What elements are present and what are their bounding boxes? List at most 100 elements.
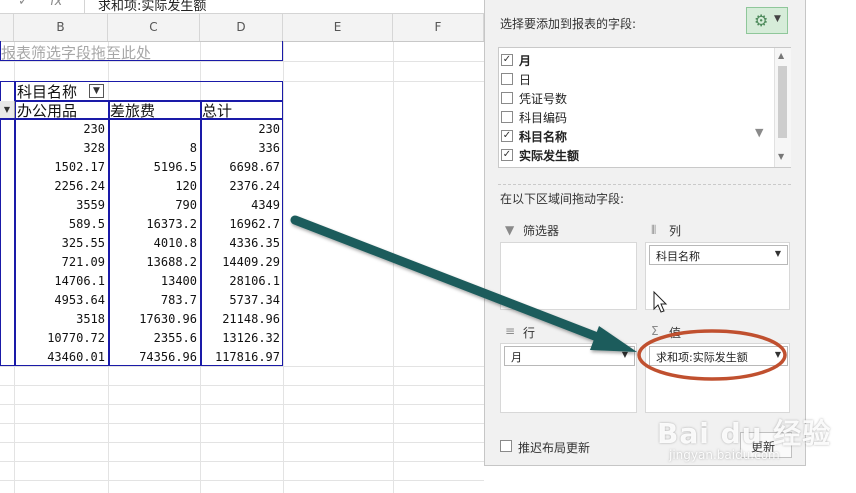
pivot-value-cell[interactable]: 13688.2 — [108, 253, 200, 272]
pivot-value-cell[interactable]: 28106.1 — [200, 272, 283, 291]
rows-drop-zone[interactable]: 月 ▼ — [500, 343, 637, 413]
field-label: 实际发生额 — [519, 149, 580, 163]
pivot-column-field-label: 科目名称 — [17, 83, 78, 101]
pivot-value-cell[interactable]: 783.7 — [108, 291, 200, 310]
pivot-value-cell[interactable]: 120 — [108, 177, 200, 196]
formula-divider — [84, 0, 85, 13]
pivot-value-cell[interactable]: 6698.67 — [200, 158, 283, 177]
pivot-value-cell[interactable]: 230 — [14, 120, 108, 139]
field-item-subject-code[interactable]: 科目编码 — [499, 108, 774, 127]
field-list-title: 选择要添加到报表的字段: — [500, 17, 637, 31]
column-header-e[interactable]: E — [283, 14, 393, 41]
columns-drop-zone[interactable]: 科目名称 ▼ — [645, 242, 790, 310]
pivot-total-cell[interactable]: 43460.01 — [14, 348, 108, 367]
pivot-value-cell[interactable]: 16962.7 — [200, 215, 283, 234]
filter-icon: ▼ — [755, 126, 764, 139]
pivot-value-cell[interactable]: 790 — [108, 196, 200, 215]
field-label: 科目名称 — [519, 130, 568, 144]
chevron-down-icon: ▼ — [774, 14, 781, 24]
pivot-value-cell[interactable]: 16373.2 — [108, 215, 200, 234]
scrollbar-thumb[interactable] — [778, 66, 787, 138]
formula-input[interactable]: 求和项:实际发生额 — [98, 0, 206, 13]
pivot-value-cell[interactable]: 5737.34 — [200, 291, 283, 310]
defer-label: 推迟布局更新 — [518, 441, 591, 455]
pivot-value-cell[interactable]: 13400 — [108, 272, 200, 291]
field-item-month[interactable]: ✓ 月 — [499, 51, 774, 70]
values-field-pill[interactable]: 求和项:实际发生额 ▼ — [649, 346, 788, 366]
pivot-value-cell[interactable]: 3518 — [14, 310, 108, 329]
pivot-value-cell[interactable]: 721.09 — [14, 253, 108, 272]
field-checkbox[interactable]: ✓ — [501, 130, 513, 142]
rows-field-pill[interactable]: 月 ▼ — [504, 346, 635, 366]
row-header-corner[interactable] — [0, 14, 14, 41]
field-list-scrollbar[interactable]: ▲ ▼ — [774, 48, 791, 167]
field-checkbox[interactable] — [501, 111, 513, 123]
pane-settings-button[interactable]: ⚙ ▼ — [746, 7, 788, 34]
pivot-value-cell[interactable]: 4953.64 — [14, 291, 108, 310]
defer-checkbox[interactable] — [500, 440, 512, 452]
columns-field-pill[interactable]: 科目名称 ▼ — [649, 245, 788, 265]
filters-drop-zone[interactable] — [500, 242, 637, 310]
pivot-value-cell[interactable]: 325.55 — [14, 234, 108, 253]
pivot-column-filter-button[interactable]: ▼ — [89, 84, 104, 98]
field-checkbox[interactable]: ✓ — [501, 149, 513, 161]
pivot-field-pane: 选择要添加到报表的字段: ⚙ ▼ ✓ 月 日 凭证号数 科目编码 ✓ 科目名称 … — [484, 0, 806, 466]
pivot-value-cell[interactable]: 2256.24 — [14, 177, 108, 196]
pivot-value-cell[interactable]: 336 — [200, 139, 283, 158]
chevron-down-icon[interactable]: ▼ — [775, 350, 781, 359]
column-header-c[interactable]: C — [108, 14, 200, 41]
pivot-value-cell[interactable]: 4010.8 — [108, 234, 200, 253]
pane-divider — [498, 184, 791, 185]
sigma-icon: Σ — [651, 324, 659, 338]
pivot-value-cell[interactable]: 2376.24 — [200, 177, 283, 196]
columns-zone-label: 列 — [669, 224, 682, 238]
pivot-value-cell[interactable] — [108, 120, 200, 139]
scroll-down-icon[interactable]: ▼ — [778, 152, 784, 161]
watermark-url: jingyan.baidu.com — [669, 448, 780, 462]
pivot-value-cell[interactable]: 17630.96 — [108, 310, 200, 329]
pivot-value-cell[interactable]: 4336.35 — [200, 234, 283, 253]
column-header-b[interactable]: B — [14, 14, 108, 41]
report-filter-drop-area[interactable]: 报表筛选字段拖至此处 — [0, 41, 283, 62]
field-label: 科目编码 — [519, 111, 568, 125]
pivot-value-cell[interactable]: 328 — [14, 139, 108, 158]
pivot-value-cell[interactable]: 589.5 — [14, 215, 108, 234]
insert-function-button[interactable]: fx — [50, 0, 62, 9]
areas-title: 在以下区域间拖动字段: — [500, 192, 625, 206]
column-header-f[interactable]: F — [393, 14, 484, 41]
columns-icon: ⦀ — [651, 223, 657, 237]
pivot-value-cell[interactable]: 2355.6 — [108, 329, 200, 348]
chevron-down-icon[interactable]: ▼ — [775, 249, 781, 258]
column-header-d[interactable]: D — [200, 14, 283, 41]
pivot-row-filter-button[interactable]: ▼ — [0, 101, 15, 118]
field-label: 月 — [519, 54, 532, 68]
pivot-value-cell[interactable]: 8 — [108, 139, 200, 158]
formula-bar: ✓ fx 求和项:实际发生额 — [0, 0, 484, 14]
values-drop-zone[interactable]: 求和项:实际发生额 ▼ — [645, 343, 790, 413]
field-checkbox[interactable] — [501, 73, 513, 85]
pivot-total-cell[interactable]: 74356.96 — [108, 348, 200, 367]
pivot-value-cell[interactable]: 14706.1 — [14, 272, 108, 291]
pivot-total-cell[interactable]: 117816.97 — [200, 348, 283, 367]
pivot-value-cell[interactable]: 14409.29 — [200, 253, 283, 272]
scroll-up-icon[interactable]: ▲ — [778, 51, 784, 60]
pivot-value-cell[interactable]: 4349 — [200, 196, 283, 215]
field-checkbox[interactable] — [501, 92, 513, 104]
field-checkbox[interactable]: ✓ — [501, 54, 513, 66]
gear-icon: ⚙ — [754, 11, 769, 30]
pivot-value-cell[interactable]: 3559 — [14, 196, 108, 215]
field-item-actual-amount[interactable]: ✓ 实际发生额 — [499, 146, 774, 165]
pivot-value-cell[interactable]: 21148.96 — [200, 310, 283, 329]
confirm-check-icon[interactable]: ✓ — [18, 0, 29, 9]
pivot-column-header: 办公用品 — [17, 102, 78, 120]
chevron-down-icon[interactable]: ▼ — [622, 350, 628, 359]
pivot-value-cell[interactable]: 230 — [200, 120, 283, 139]
pivot-value-cell[interactable]: 5196.5 — [108, 158, 200, 177]
field-item-day[interactable]: 日 — [499, 70, 774, 89]
field-item-voucher-no[interactable]: 凭证号数 — [499, 89, 774, 108]
pivot-value-cell[interactable]: 1502.17 — [14, 158, 108, 177]
pill-label: 科目名称 — [656, 250, 700, 263]
pivot-value-cell[interactable]: 13126.32 — [200, 329, 283, 348]
field-item-subject-name[interactable]: ✓ 科目名称 — [499, 127, 774, 146]
pivot-value-cell[interactable]: 10770.72 — [14, 329, 108, 348]
